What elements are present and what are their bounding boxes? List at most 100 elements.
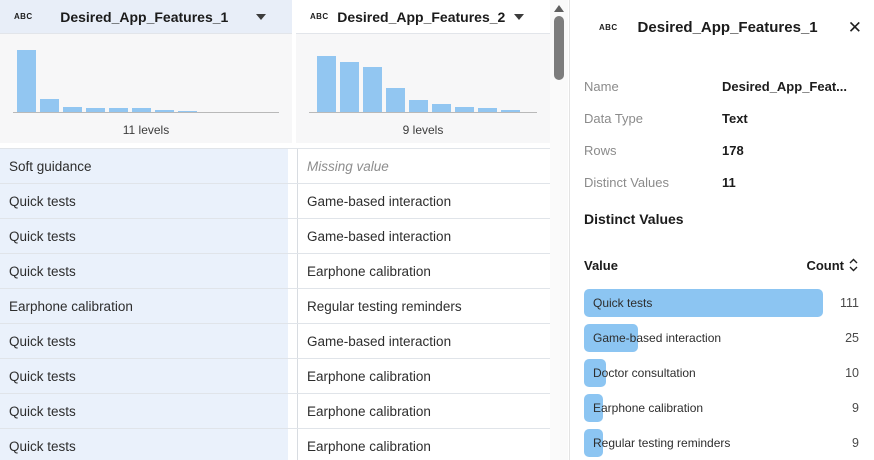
property-label: Data Type — [584, 111, 722, 126]
column-gap — [288, 324, 297, 358]
distinct-value-label: Game-based interaction — [593, 321, 721, 355]
distinct-value-row[interactable]: Regular testing reminders 9 — [584, 426, 859, 460]
distinct-value-count: 9 — [852, 391, 859, 425]
column-gap — [288, 219, 297, 253]
column-gap — [288, 394, 297, 428]
property-row: Data TypeText — [584, 102, 859, 134]
cell-desired-app-features-1[interactable]: Quick tests — [0, 359, 288, 393]
distinct-value-row[interactable]: Earphone calibration9 — [584, 391, 859, 426]
table-row: Quick tests Game-based interaction — [0, 324, 550, 359]
data-profile-app: ABC Desired_App_Features_1 11 levels ABC… — [0, 0, 874, 460]
distinct-value-label: Quick tests — [593, 286, 652, 320]
column-histogram-1: 11 levels — [0, 34, 292, 143]
property-value: Text — [722, 111, 748, 126]
column-desired-app-features-2: ABC Desired_App_Features_2 9 levels — [296, 0, 550, 143]
scroll-up-arrow-icon[interactable] — [554, 5, 564, 12]
table-row: Quick tests Earphone calibration — [0, 429, 550, 460]
histogram-bar[interactable] — [17, 50, 36, 113]
column-gap — [288, 254, 297, 288]
cell-desired-app-features-2[interactable]: Game-based interaction — [297, 219, 550, 253]
column-gap — [288, 184, 297, 218]
column-title: Desired_App_Features_1 — [33, 9, 256, 25]
cell-desired-app-features-1[interactable]: Quick tests — [0, 184, 288, 218]
property-label: Rows — [584, 143, 722, 158]
levels-label: 11 levels — [0, 123, 292, 137]
value-column-header: Value — [584, 258, 618, 273]
distinct-value-count: 25 — [845, 321, 859, 355]
distinct-value-row[interactable]: Doctor consultation 10 — [584, 356, 859, 391]
cell-desired-app-features-1[interactable]: Soft guidance — [0, 149, 288, 183]
column-title: Desired_App_Features_2 — [329, 9, 514, 25]
distinct-value-count: 10 — [845, 356, 859, 390]
cell-desired-app-features-1[interactable]: Quick tests — [0, 394, 288, 428]
histogram-bar[interactable] — [340, 62, 359, 113]
distinct-values-list: Quick tests111Game-based interaction25Do… — [584, 286, 859, 460]
cell-desired-app-features-1[interactable]: Quick tests — [0, 219, 288, 253]
cell-desired-app-features-2[interactable]: Earphone calibration — [297, 429, 550, 460]
text-type-icon: ABC — [599, 23, 618, 32]
chevron-down-icon[interactable] — [514, 14, 524, 20]
scrollbar-thumb[interactable] — [554, 16, 564, 80]
property-row: Rows178 — [584, 134, 859, 166]
column-properties: NameDesired_App_Feat...Data TypeTextRows… — [584, 70, 859, 198]
property-value: 11 — [722, 175, 736, 190]
distinct-value-row[interactable]: Game-based interaction 25 — [584, 321, 859, 356]
column-header-2[interactable]: ABC Desired_App_Features_2 — [296, 0, 550, 34]
table-row: Quick tests Earphone calibration — [0, 359, 550, 394]
property-row: Distinct Values11 — [584, 166, 859, 198]
count-column-header[interactable]: Count — [806, 258, 859, 273]
property-value: Desired_App_Feat... — [722, 79, 847, 94]
distinct-value-count: 9 — [852, 426, 859, 460]
cell-desired-app-features-1[interactable]: Quick tests — [0, 429, 288, 460]
distinct-value-label: Regular testing reminders — [593, 426, 730, 460]
cell-desired-app-features-2[interactable]: Earphone calibration — [297, 394, 550, 428]
column-gap — [288, 149, 297, 183]
histogram-bar[interactable] — [386, 88, 405, 113]
distinct-value-label: Doctor consultation — [593, 356, 696, 390]
table-rows: Soft guidance Missing value Quick tests Gam… — [0, 148, 550, 460]
column-histogram-2: 9 levels — [296, 34, 550, 143]
count-column-label: Count — [806, 258, 844, 273]
levels-label: 9 levels — [296, 123, 550, 137]
cell-desired-app-features-2[interactable]: Game-based interaction — [297, 184, 550, 218]
distinct-value-row[interactable]: Quick tests111 — [584, 286, 859, 321]
property-row: NameDesired_App_Feat... — [584, 70, 859, 102]
cell-missing-value[interactable]: Missing value — [297, 149, 550, 183]
table-row: Quick tests Earphone calibration — [0, 254, 550, 289]
column-details-panel: ABC Desired_App_Features_1 ✕ NameDesired… — [569, 0, 874, 460]
panel-title: Desired_App_Features_1 — [638, 19, 818, 36]
histogram-bars — [317, 56, 520, 113]
cell-desired-app-features-2[interactable]: Earphone calibration — [297, 359, 550, 393]
panel-header: ABC Desired_App_Features_1 ✕ — [585, 15, 862, 39]
table-row: Quick tests Game-based interaction — [0, 184, 550, 219]
histogram-axis — [309, 112, 537, 113]
histogram-bar[interactable] — [363, 67, 382, 113]
cell-desired-app-features-1[interactable]: Quick tests — [0, 324, 288, 358]
table-row: Earphone calibration Regular testing remi… — [0, 289, 550, 324]
column-header-1[interactable]: ABC Desired_App_Features_1 — [0, 0, 292, 34]
sort-icon[interactable] — [848, 258, 859, 272]
histogram-bar[interactable] — [317, 56, 336, 113]
cell-desired-app-features-1[interactable]: Earphone calibration — [0, 289, 288, 323]
histogram-bar[interactable] — [40, 99, 59, 113]
property-label: Name — [584, 79, 722, 94]
column-desired-app-features-1: ABC Desired_App_Features_1 11 levels — [0, 0, 292, 143]
vertical-scrollbar[interactable] — [550, 0, 568, 460]
histogram-axis — [13, 112, 279, 113]
distinct-values-heading: Distinct Values — [584, 211, 684, 227]
table-row: Quick tests Game-based interaction — [0, 219, 550, 254]
distinct-values-table-header: Value Count — [584, 254, 859, 276]
cell-desired-app-features-2[interactable]: Game-based interaction — [297, 324, 550, 358]
column-gap — [288, 359, 297, 393]
chevron-down-icon[interactable] — [256, 14, 266, 20]
table-row: Soft guidance Missing value — [0, 149, 550, 184]
cell-desired-app-features-2[interactable]: Regular testing reminders — [297, 289, 550, 323]
property-value: 178 — [722, 143, 744, 158]
text-type-icon: ABC — [310, 12, 329, 21]
cell-desired-app-features-2[interactable]: Earphone calibration — [297, 254, 550, 288]
column-gap — [288, 429, 297, 460]
cell-desired-app-features-1[interactable]: Quick tests — [0, 254, 288, 288]
close-icon[interactable]: ✕ — [848, 19, 862, 36]
property-label: Distinct Values — [584, 175, 722, 190]
column-gap — [288, 289, 297, 323]
